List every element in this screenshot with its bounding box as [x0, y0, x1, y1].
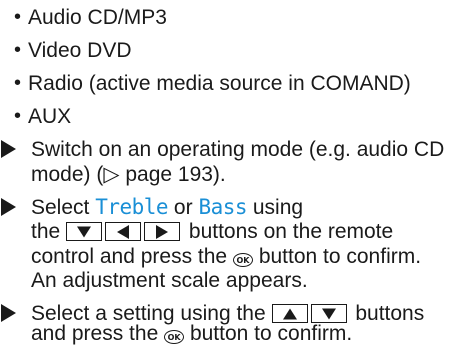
- step-triangle-icon: [1, 304, 16, 322]
- bass-keyword: Bass: [198, 195, 248, 219]
- step-text: buttons on the remote: [188, 220, 394, 243]
- down-arrow-button-icon: [66, 222, 103, 241]
- bullet-text: Radio (active media source in COMAND): [28, 72, 411, 95]
- bullet-dot: •: [14, 72, 22, 94]
- step-text: and press the: [31, 322, 159, 345]
- bullet-dot: •: [14, 105, 22, 127]
- bullet-text: Audio CD/MP3: [28, 6, 167, 29]
- bullet-text: AUX: [28, 105, 72, 128]
- step-2-line-1: Select Treble or Bass using: [31, 195, 303, 220]
- step-2-line-4: An adjustment scale appears.: [31, 269, 308, 292]
- step-text: using: [252, 196, 304, 219]
- bullet-dot: •: [14, 6, 22, 28]
- step-text: button to confirm.: [258, 245, 422, 268]
- step-triangle-icon: [1, 140, 16, 158]
- step-text: buttons: [355, 302, 425, 325]
- treble-keyword: Treble: [95, 195, 169, 219]
- step-1-line-2: mode) (▷ page 193).: [31, 163, 226, 186]
- bullet-item: • Audio CD/MP3: [14, 5, 167, 30]
- step-triangle-icon: [1, 198, 16, 216]
- step-text: or: [173, 196, 193, 219]
- bullet-item: • AUX: [14, 104, 72, 129]
- step-text: Select: [31, 196, 90, 219]
- bullet-item: • Video DVD: [14, 38, 132, 63]
- bullet-text: Video DVD: [28, 39, 132, 62]
- step-3-line-2: and press the OK button to confirm.: [31, 321, 352, 346]
- bullet-item: • Radio (active media source in COMAND): [14, 71, 411, 96]
- step-2-line-3: control and press the OK button to confi…: [31, 244, 421, 269]
- ok-button-icon: OK: [232, 253, 253, 267]
- step-text: button to confirm.: [189, 322, 353, 345]
- right-arrow-button-icon: [144, 222, 181, 241]
- ok-button-icon: OK: [164, 330, 185, 344]
- bullet-dot: •: [14, 39, 22, 61]
- step-1-line-1: Switch on an operating mode (e.g. audio …: [31, 138, 445, 161]
- step-text: control and press the: [31, 245, 228, 268]
- left-arrow-button-icon: [105, 222, 142, 241]
- step-text: the: [31, 220, 61, 243]
- step-2-line-2: the buttons on the remote: [31, 219, 393, 244]
